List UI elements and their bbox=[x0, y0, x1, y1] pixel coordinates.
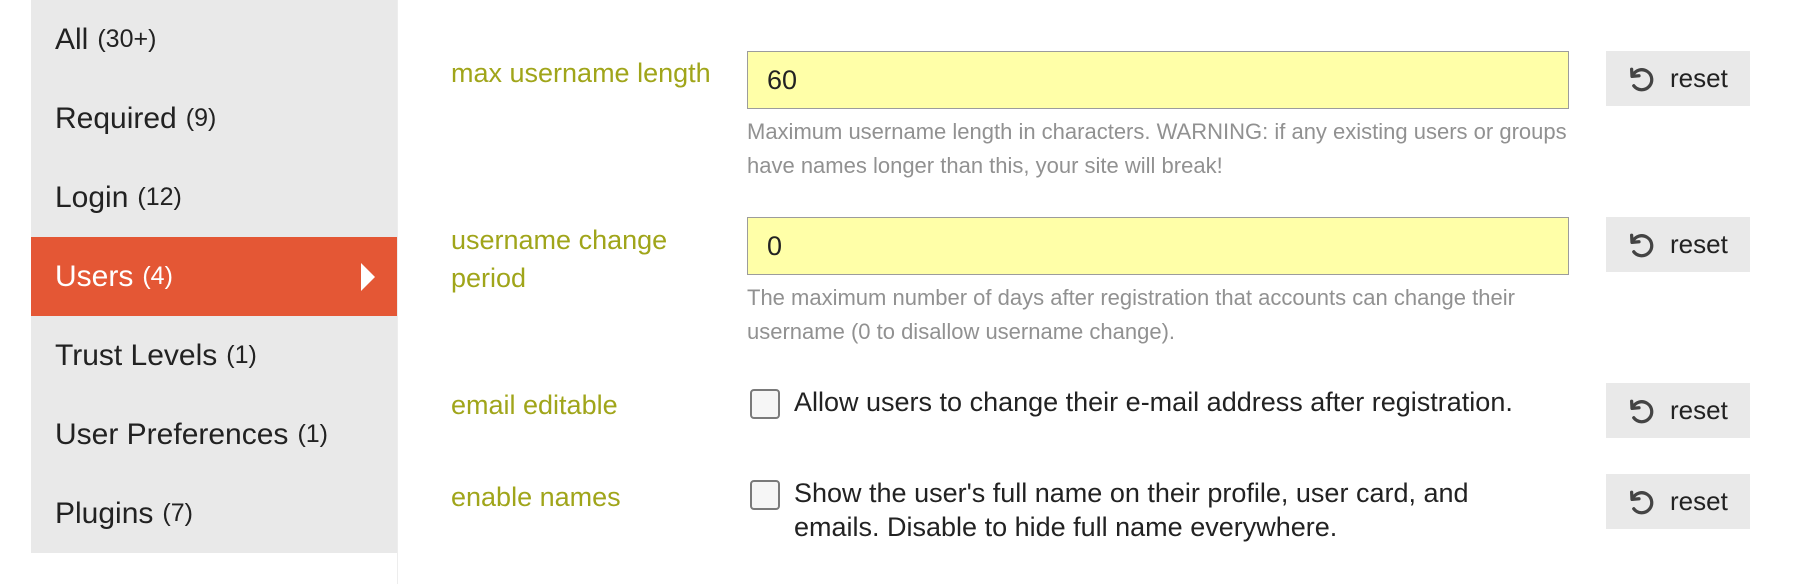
setting-label: max username length bbox=[451, 58, 711, 88]
sidebar-item-count: (4) bbox=[142, 262, 173, 290]
undo-icon bbox=[1626, 230, 1656, 260]
sidebar-item-count: (1) bbox=[297, 420, 328, 448]
sidebar-item-count: (12) bbox=[137, 183, 182, 211]
setting-description: The maximum number of days after registr… bbox=[747, 285, 1515, 344]
checkbox-text: Show the user's full name on their profi… bbox=[794, 478, 1469, 542]
reset-button[interactable]: reset bbox=[1606, 51, 1750, 106]
caret-right-icon bbox=[361, 263, 375, 291]
sidebar-item-label: Required bbox=[55, 101, 177, 135]
undo-icon bbox=[1626, 64, 1656, 94]
sidebar-item-count: (9) bbox=[185, 104, 217, 132]
sidebar-divider bbox=[397, 0, 398, 584]
enable-names-checkbox[interactable] bbox=[750, 480, 780, 510]
sidebar-item-all[interactable]: All (30+) bbox=[31, 0, 397, 79]
setting-label: enable names bbox=[451, 482, 621, 512]
sidebar-item-user-preferences[interactable]: User Preferences (1) bbox=[31, 395, 397, 474]
sidebar-item-count: (7) bbox=[162, 499, 193, 527]
sidebar-item-label: User Preferences bbox=[55, 417, 289, 451]
setting-description: Maximum username length in characters. W… bbox=[747, 119, 1567, 178]
max-username-length-input[interactable] bbox=[747, 51, 1569, 109]
reset-button[interactable]: reset bbox=[1606, 217, 1750, 272]
sidebar-item-users[interactable]: Users (4) bbox=[31, 237, 397, 316]
reset-label: reset bbox=[1670, 486, 1728, 516]
sidebar-item-label: Login bbox=[55, 180, 129, 214]
sidebar-item-trust-levels[interactable]: Trust Levels (1) bbox=[31, 316, 397, 395]
sidebar-item-count: (30+) bbox=[97, 25, 157, 53]
reset-label: reset bbox=[1670, 395, 1728, 425]
username-change-period-input[interactable] bbox=[747, 217, 1569, 275]
sidebar-item-label: Users bbox=[55, 259, 134, 293]
sidebar-item-label: Trust Levels bbox=[55, 338, 218, 372]
checkbox-text: Allow users to change their e-mail addre… bbox=[794, 387, 1513, 417]
reset-label: reset bbox=[1670, 229, 1728, 259]
sidebar-item-count: (1) bbox=[226, 341, 257, 369]
sidebar-item-required[interactable]: Required (9) bbox=[31, 79, 397, 158]
setting-label: username change period bbox=[451, 225, 668, 293]
undo-icon bbox=[1626, 396, 1656, 426]
sidebar-item-label: Plugins bbox=[55, 496, 154, 530]
setting-label: email editable bbox=[451, 390, 618, 420]
reset-button[interactable]: reset bbox=[1606, 474, 1750, 529]
reset-label: reset bbox=[1670, 63, 1728, 93]
sidebar-item-login[interactable]: Login (12) bbox=[31, 158, 397, 237]
email-editable-checkbox[interactable] bbox=[750, 389, 780, 419]
undo-icon bbox=[1626, 487, 1656, 517]
settings-category-sidebar: All (30+) Required (9) Login (12) Users … bbox=[31, 0, 397, 553]
reset-button[interactable]: reset bbox=[1606, 383, 1750, 438]
sidebar-item-label: All bbox=[55, 22, 89, 56]
sidebar-item-plugins[interactable]: Plugins (7) bbox=[31, 474, 397, 553]
